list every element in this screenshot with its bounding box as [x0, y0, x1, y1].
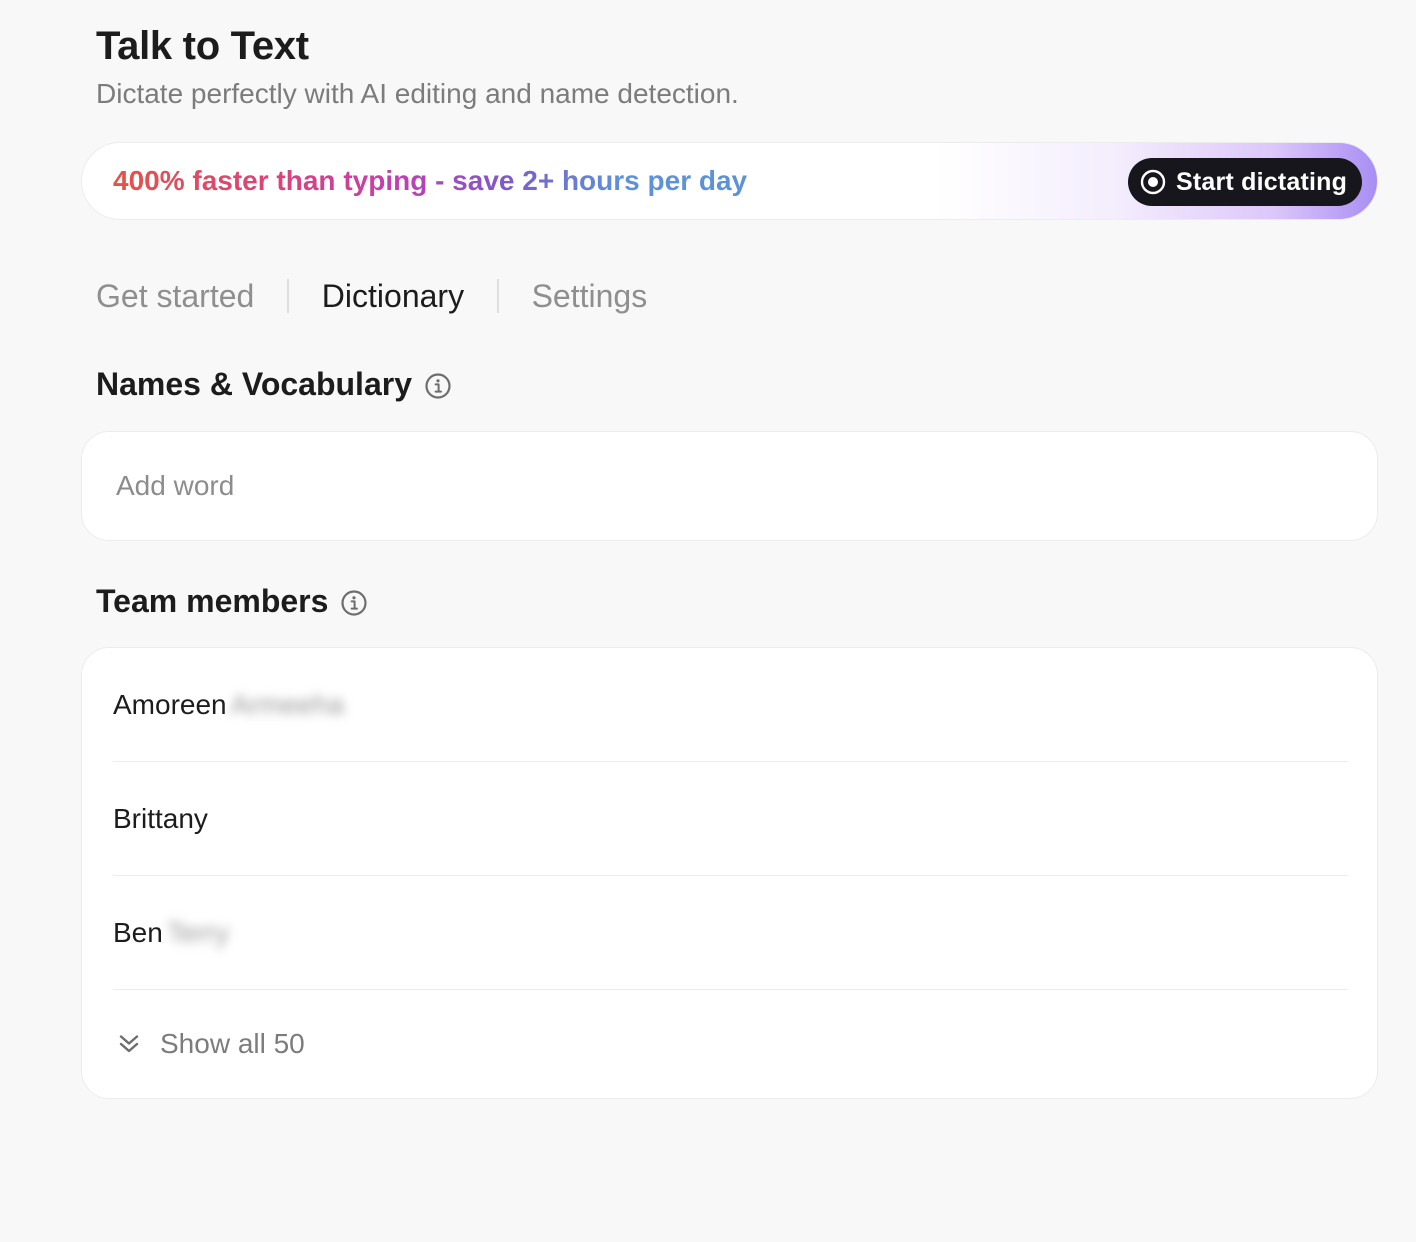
- vocabulary-section-title: Names & Vocabulary: [96, 366, 452, 403]
- show-all-button[interactable]: Show all 50: [113, 988, 305, 1100]
- tab-divider: [287, 279, 289, 313]
- team-title-text: Team members: [96, 583, 329, 619]
- talk-to-text-page: Talk to Text Dictate perfectly with AI e…: [0, 0, 1416, 1242]
- team-section-title: Team members: [96, 583, 368, 620]
- team-member-row[interactable]: Ben Terry: [113, 876, 1348, 990]
- info-icon[interactable]: [424, 371, 452, 399]
- add-word-card: [81, 431, 1378, 541]
- vocabulary-title-text: Names & Vocabulary: [96, 366, 412, 402]
- team-members-card: Amoreen Armeeha Brittany Ben Terry Show …: [81, 647, 1378, 1099]
- team-member-row[interactable]: Amoreen Armeeha: [113, 648, 1348, 762]
- start-dictating-label: Start dictating: [1176, 167, 1348, 196]
- member-first-name: Brittany: [113, 802, 208, 834]
- chevrons-down-icon: [116, 1031, 142, 1057]
- member-last-name-redacted: Terry: [166, 916, 230, 948]
- tab-get-started[interactable]: Get started: [96, 278, 254, 315]
- info-icon[interactable]: [340, 588, 368, 616]
- tab-settings[interactable]: Settings: [532, 278, 648, 315]
- member-first-name: Amoreen: [113, 688, 227, 720]
- tab-divider: [497, 279, 499, 313]
- start-dictating-button[interactable]: Start dictating: [1128, 158, 1362, 206]
- tab-bar: Get started Dictionary Settings: [96, 276, 647, 316]
- add-word-input[interactable]: [116, 432, 1316, 540]
- member-first-name: Ben: [113, 916, 163, 948]
- team-member-row[interactable]: Brittany: [113, 762, 1348, 876]
- page-title: Talk to Text: [96, 24, 309, 68]
- page-subtitle: Dictate perfectly with AI editing and na…: [96, 78, 739, 109]
- member-last-name-redacted: Armeeha: [230, 688, 345, 720]
- show-all-label: Show all 50: [160, 1028, 305, 1059]
- record-icon: [1140, 169, 1166, 195]
- promo-text: 400% faster than typing - save 2+ hours …: [113, 165, 748, 196]
- tab-dictionary[interactable]: Dictionary: [322, 278, 464, 315]
- promo-banner: 400% faster than typing - save 2+ hours …: [81, 142, 1378, 220]
